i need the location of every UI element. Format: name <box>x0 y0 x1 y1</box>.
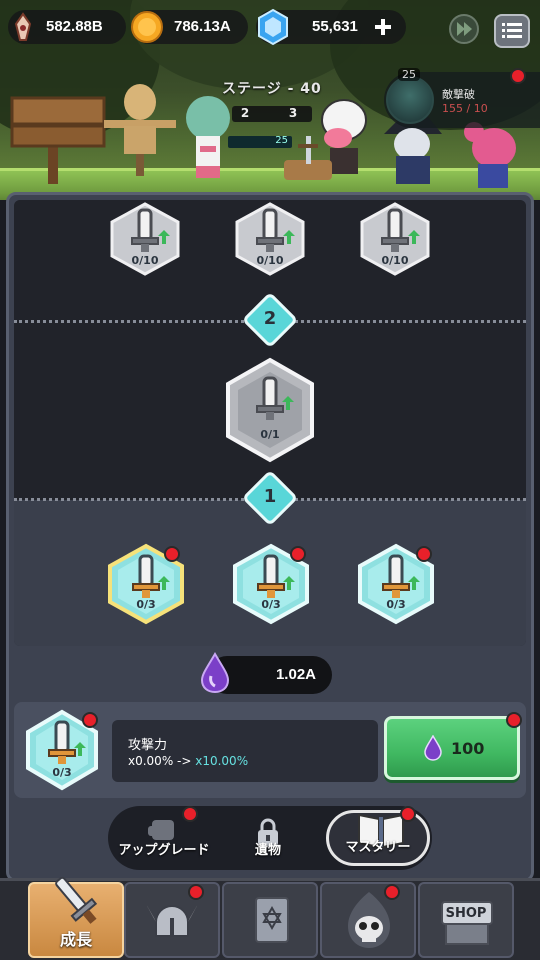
node-count: 0/3 <box>386 598 406 611</box>
speed-button[interactable] <box>446 12 482 46</box>
tab-relic-label: 遺物 <box>254 843 281 858</box>
upgrade-title: 攻撃力 <box>128 738 168 753</box>
crystal-amount: 582.88B <box>46 18 103 35</box>
nav-heroes[interactable] <box>124 882 220 958</box>
crystal-icon <box>14 12 32 41</box>
node-count: 0/3 <box>136 598 156 611</box>
enemy-kill-count: 155 / 10 <box>442 102 488 115</box>
notification-dot <box>506 712 522 728</box>
enemy-kill-label: 敵撃破 <box>442 88 475 101</box>
gem-amount: 55,631 <box>312 18 358 35</box>
hero-hp-value: 25 <box>275 135 288 146</box>
add-gem-button[interactable] <box>374 18 392 36</box>
tier-label-2: 2 <box>263 308 277 329</box>
star-book-icon <box>255 897 289 943</box>
notification-dot <box>290 546 306 562</box>
notification-dot <box>416 546 432 562</box>
nav-dungeon[interactable] <box>320 882 416 958</box>
node-count: 0/10 <box>131 254 159 267</box>
node-count: 0/1 <box>260 428 280 441</box>
tab-mastery-label: マスタリー <box>345 840 411 855</box>
mastery-node-locked[interactable]: 0/10 <box>106 200 184 278</box>
shop-label: SHOP <box>445 906 487 921</box>
gold-coin-icon <box>131 11 163 43</box>
node-count: 0/3 <box>261 598 281 611</box>
notification-dot <box>188 884 204 900</box>
signboard <box>10 96 106 184</box>
buy-upgrade-button[interactable]: 100 <box>384 716 520 780</box>
node-count: 0/3 <box>52 766 72 779</box>
mastery-node-locked[interactable]: 0/10 <box>231 200 309 278</box>
enemy-avatar <box>386 76 434 124</box>
gem-icon <box>258 8 288 46</box>
viking-helmet-icon <box>146 904 198 937</box>
sword-upgrade-icon <box>226 357 314 463</box>
notification-dot <box>510 68 526 84</box>
notification-dot <box>164 546 180 562</box>
hero-hp-bar: 25 <box>228 135 292 148</box>
sword-icon <box>55 876 98 924</box>
value-from: x0.00% -> <box>128 754 192 768</box>
notification-dot <box>82 712 98 728</box>
mastery-node-locked[interactable]: 0/10 <box>356 200 434 278</box>
gold-amount: 786.13A <box>174 18 231 35</box>
value-to: x10.00% <box>191 754 249 768</box>
purple-drop-icon <box>424 735 442 761</box>
buy-cost: 100 <box>451 739 485 758</box>
node-count: 0/10 <box>256 254 284 267</box>
menu-button[interactable] <box>494 14 530 48</box>
tab-relic[interactable]: 遺物 <box>220 810 316 866</box>
upgrade-value: x0.00% -> x10.00% <box>128 754 248 768</box>
nav-growth-label: 成長 <box>59 930 92 949</box>
essence-amount: 1.02A <box>275 666 316 683</box>
tab-upgrade-label: アップグレード <box>118 843 210 858</box>
nav-shop[interactable]: SHOP <box>418 882 514 958</box>
mastery-node-center[interactable]: 0/1 <box>222 356 318 464</box>
fast-forward-icon <box>449 14 479 44</box>
node-count: 0/10 <box>381 254 409 267</box>
scarecrow <box>104 84 176 176</box>
stage-title: ステージ - 40 <box>222 81 322 97</box>
notification-dot <box>384 884 400 900</box>
nav-growth[interactable]: 成長 <box>28 876 124 958</box>
notification-dot <box>400 806 416 822</box>
purple-drop-icon <box>200 652 230 694</box>
list-menu-icon <box>502 23 522 38</box>
notification-dot <box>182 806 198 822</box>
stage-right-number: 3 <box>288 106 298 120</box>
nav-spellbook[interactable] <box>222 882 318 958</box>
tab-upgrade[interactable]: アップグレード <box>112 810 216 866</box>
stage-left-number: 2 <box>240 106 250 120</box>
tier-label-1: 1 <box>263 486 277 507</box>
hero-pink-hair <box>464 122 516 188</box>
enemy-level: 25 <box>398 68 420 81</box>
